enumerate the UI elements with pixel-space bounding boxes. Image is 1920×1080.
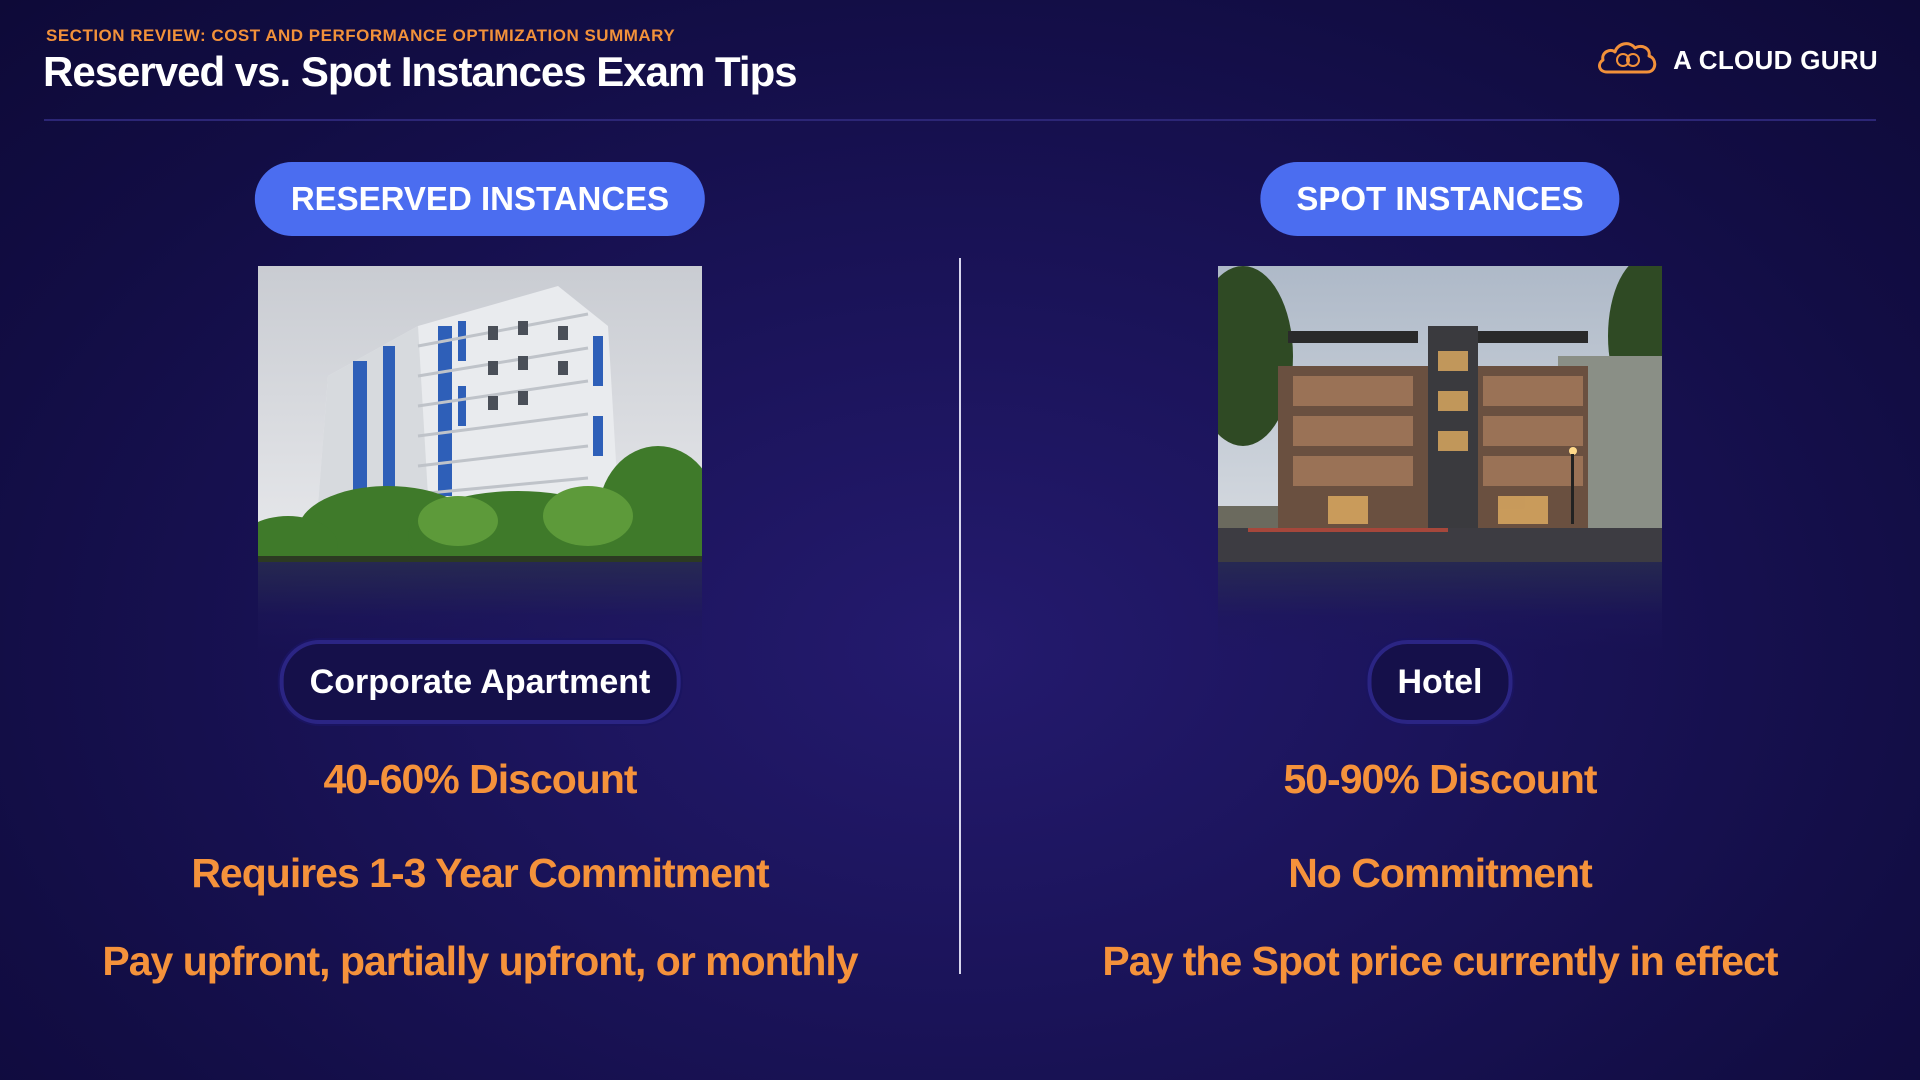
- hotel-label: Hotel: [1367, 640, 1513, 724]
- spot-payment: Pay the Spot price currently in effect: [1102, 938, 1778, 984]
- reserved-instances-column: RESERVED INSTANCES Corporate Apartment 4…: [0, 0, 960, 1080]
- reserved-discount: 40-60% Discount: [323, 756, 637, 802]
- apartment-building-photo: [258, 266, 702, 562]
- corporate-apartment-label: Corporate Apartment: [279, 640, 681, 724]
- spot-instances-column: SPOT INSTANCES Hotel 50-90% Discount No …: [960, 0, 1920, 1080]
- spot-commitment: No Commitment: [1288, 850, 1593, 896]
- spot-instances-heading: SPOT INSTANCES: [1260, 162, 1620, 236]
- photo-reflection: [258, 562, 702, 652]
- photo-reflection: [1218, 562, 1662, 652]
- reserved-payment: Pay upfront, partially upfront, or month…: [102, 938, 858, 984]
- hotel-building-photo: [1218, 266, 1662, 562]
- spot-discount: 50-90% Discount: [1283, 756, 1597, 802]
- reserved-instances-heading: RESERVED INSTANCES: [254, 162, 706, 236]
- reserved-commitment: Requires 1-3 Year Commitment: [191, 850, 769, 896]
